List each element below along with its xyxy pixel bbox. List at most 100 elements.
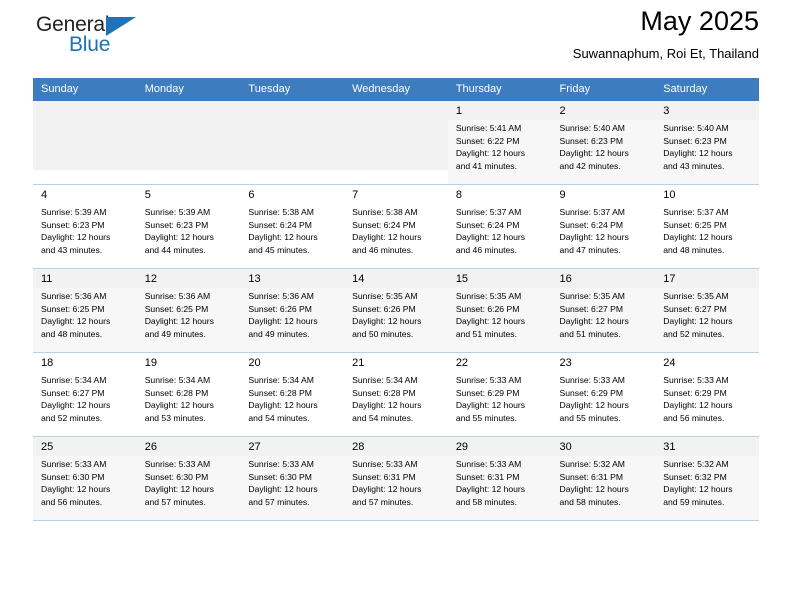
calendar-day-cell[interactable]: 8 Sunrise: 5:37 AM Sunset: 6:24 PM Daylight… [447,184,552,269]
calendar-day-cell[interactable]: 12 Sunrise: 5:36 AM Sunset: 6:25 PM Dayligh… [136,268,241,353]
day-number: 2 [551,101,656,120]
calendar-day-cell[interactable]: 10 Sunrise: 5:37 AM Sunset: 6:25 PM Dayligh… [655,184,759,269]
day-sunset-text: Sunset: 6:24 PM [352,219,416,230]
day-number: 1 [447,101,552,120]
day-daylight1-text: Daylight: 12 hours [144,400,214,411]
day-details: Sunrise: 5:37 AM Sunset: 6:25 PM Daylight:… [655,204,759,268]
day-details: Sunrise: 5:39 AM Sunset: 6:23 PM Daylight:… [137,204,241,268]
day-daylight2-text: and 48 minutes. [41,328,103,339]
day-sunrise-text: Sunrise: 5:38 AM [352,207,418,217]
calendar-day-cell[interactable]: 22 Sunrise: 5:33 AM Sunset: 6:29 PM Dayligh… [447,352,552,437]
calendar-day-cell[interactable]: 24 Sunrise: 5:33 AM Sunset: 6:29 PM Dayligh… [655,352,759,437]
day-sunrise-text: Sunrise: 5:33 AM [352,459,418,469]
day-sunset-text: Sunset: 6:29 PM [663,387,727,398]
calendar-day-cell[interactable]: 18 Sunrise: 5:34 AM Sunset: 6:27 PM Dayligh… [33,352,137,437]
calendar-day-cell[interactable]: 19 Sunrise: 5:34 AM Sunset: 6:28 PM Dayligh… [136,352,241,437]
day-sunset-text: Sunset: 6:32 PM [663,471,727,482]
brand-name-bottom: Blue [69,33,111,56]
day-daylight1-text: Daylight: 12 hours [248,400,318,411]
day-sunrise-text: Sunrise: 5:36 AM [144,291,211,301]
day-sunrise-text: Sunrise: 5:33 AM [455,375,522,385]
day-daylight1-text: Daylight: 12 hours [559,148,629,159]
calendar-day-cell[interactable]: 1 Sunrise: 5:41 AM Sunset: 6:22 PM Daylight… [447,101,552,185]
day-daylight1-text: Daylight: 12 hours [248,484,318,495]
day-details: Sunrise: 5:37 AM Sunset: 6:24 PM Daylight:… [552,204,656,268]
day-number: 7 [352,189,359,201]
calendar-day-cell[interactable]: 29 Sunrise: 5:33 AM Sunset: 6:31 PM Dayligh… [447,436,552,521]
calendar-day-cell[interactable]: 6 Sunrise: 5:38 AM Sunset: 6:24 PM Daylight… [240,184,345,269]
calendar-day-cell[interactable]: 25 Sunrise: 5:33 AM Sunset: 6:30 PM Dayligh… [33,436,137,521]
day-sunset-text: Sunset: 6:23 PM [144,219,209,230]
day-number: 23 [559,357,572,369]
brand-logo[interactable]: General Blue [36,14,166,64]
calendar-day-cell[interactable]: 14 Sunrise: 5:35 AM Sunset: 6:26 PM Dayligh… [344,268,448,353]
day-daylight1-text: Daylight: 12 hours [559,232,629,243]
calendar-day-cell[interactable]: 17 Sunrise: 5:35 AM Sunset: 6:27 PM Dayligh… [655,268,759,353]
calendar-day-cell[interactable]: 3 Sunrise: 5:40 AM Sunset: 6:23 PM Daylight… [655,101,759,185]
day-number: 28 [344,437,448,456]
day-sunrise-text: Sunrise: 5:32 AM [663,459,729,469]
day-daylight1-text: Daylight: 12 hours [248,232,318,243]
calendar-day-cell[interactable]: 9 Sunrise: 5:37 AM Sunset: 6:24 PM Daylight… [551,184,656,269]
day-details: Sunrise: 5:33 AM Sunset: 6:30 PM Daylight:… [136,456,241,520]
day-daylight1-text: Daylight: 12 hours [559,316,629,327]
calendar-day-cell[interactable]: 7 Sunrise: 5:38 AM Sunset: 6:24 PM Daylight… [344,184,448,269]
day-daylight1-text: Daylight: 12 hours [144,484,214,495]
day-sunset-text: Sunset: 6:25 PM [663,219,727,230]
calendar-day-cell[interactable]: 5 Sunrise: 5:39 AM Sunset: 6:23 PM Daylight… [136,184,241,269]
day-sunrise-text: Sunrise: 5:38 AM [248,207,314,217]
day-number: 19 [144,357,157,369]
day-sunset-text: Sunset: 6:26 PM [352,303,416,314]
day-number: 17 [655,269,759,288]
day-number: 3 [655,101,759,120]
day-daylight1-text: Daylight: 12 hours [41,484,111,495]
day-daylight2-text: and 57 minutes. [352,496,414,507]
calendar-day-cell[interactable]: 30 Sunrise: 5:32 AM Sunset: 6:31 PM Dayligh… [551,436,656,521]
calendar-grid: Sunday Monday Tuesday Wednesday Thursday… [33,78,759,521]
day-details [33,106,137,170]
day-sunset-text: Sunset: 6:25 PM [41,303,105,314]
day-daylight2-text: and 46 minutes. [352,244,414,255]
day-daylight2-text: and 51 minutes. [559,328,621,339]
calendar-day-cell[interactable]: 26 Sunrise: 5:33 AM Sunset: 6:30 PM Dayligh… [136,436,241,521]
day-sunset-text: Sunset: 6:29 PM [559,387,624,398]
calendar-day-cell[interactable]: 16 Sunrise: 5:35 AM Sunset: 6:27 PM Dayligh… [551,268,656,353]
day-daylight2-text: and 43 minutes. [41,244,103,255]
day-daylight1-text: Daylight: 12 hours [663,400,733,411]
calendar-day-cell[interactable]: 4 Sunrise: 5:39 AM Sunset: 6:23 PM Daylight… [33,184,137,269]
calendar-day-cell[interactable]: 2 Sunrise: 5:40 AM Sunset: 6:23 PM Daylight… [551,101,656,185]
calendar-day-cell[interactable]: 27 Sunrise: 5:33 AM Sunset: 6:30 PM Dayligh… [240,436,345,521]
day-details: Sunrise: 5:36 AM Sunset: 6:25 PM Daylight:… [136,288,241,352]
day-details: Sunrise: 5:33 AM Sunset: 6:30 PM Daylight:… [240,456,345,520]
day-details: Sunrise: 5:34 AM Sunset: 6:28 PM Daylight:… [344,372,448,436]
day-daylight2-text: and 43 minutes. [663,160,725,171]
day-daylight2-text: and 58 minutes. [455,496,517,507]
calendar-day-cell[interactable]: 15 Sunrise: 5:35 AM Sunset: 6:26 PM Dayligh… [447,268,552,353]
day-daylight2-text: and 53 minutes. [144,412,206,423]
day-details: Sunrise: 5:34 AM Sunset: 6:28 PM Daylight:… [240,372,344,436]
day-daylight2-text: and 54 minutes. [248,412,310,423]
day-number: 10 [663,189,676,201]
calendar-day-cell[interactable]: 31 Sunrise: 5:32 AM Sunset: 6:32 PM Dayligh… [655,436,759,521]
weekday-header-thursday: Thursday [447,78,552,101]
day-sunrise-text: Sunrise: 5:35 AM [663,291,729,301]
calendar-day-cell[interactable]: 21 Sunrise: 5:34 AM Sunset: 6:28 PM Dayligh… [344,352,448,437]
day-sunrise-text: Sunrise: 5:34 AM [41,375,107,385]
calendar-week-row: 1 Sunrise: 5:41 AM Sunset: 6:22 PM Daylight… [33,101,759,185]
weekday-header-tuesday: Tuesday [240,78,345,101]
calendar-day-cell[interactable]: 28 Sunrise: 5:33 AM Sunset: 6:31 PM Dayligh… [344,436,448,521]
day-sunset-text: Sunset: 6:27 PM [559,303,624,314]
day-sunrise-text: Sunrise: 5:37 AM [559,207,625,217]
day-details: Sunrise: 5:35 AM Sunset: 6:27 PM Daylight:… [551,288,656,352]
calendar-day-cell[interactable]: 13 Sunrise: 5:36 AM Sunset: 6:26 PM Dayligh… [240,268,345,353]
day-daylight1-text: Daylight: 12 hours [144,316,214,327]
calendar-day-cell[interactable]: 11 Sunrise: 5:36 AM Sunset: 6:25 PM Dayligh… [33,268,137,353]
day-details: Sunrise: 5:33 AM Sunset: 6:29 PM Daylight:… [552,372,656,436]
calendar-day-cell[interactable]: 20 Sunrise: 5:34 AM Sunset: 6:28 PM Dayligh… [240,352,345,437]
calendar-day-cell[interactable]: 23 Sunrise: 5:33 AM Sunset: 6:29 PM Dayligh… [551,352,656,437]
day-sunset-text: Sunset: 6:25 PM [144,303,209,314]
day-sunrise-text: Sunrise: 5:35 AM [352,291,418,301]
day-number: 31 [655,437,759,456]
calendar-week-row: 18 Sunrise: 5:34 AM Sunset: 6:27 PM Dayligh… [33,352,759,437]
day-sunrise-text: Sunrise: 5:39 AM [41,207,107,217]
